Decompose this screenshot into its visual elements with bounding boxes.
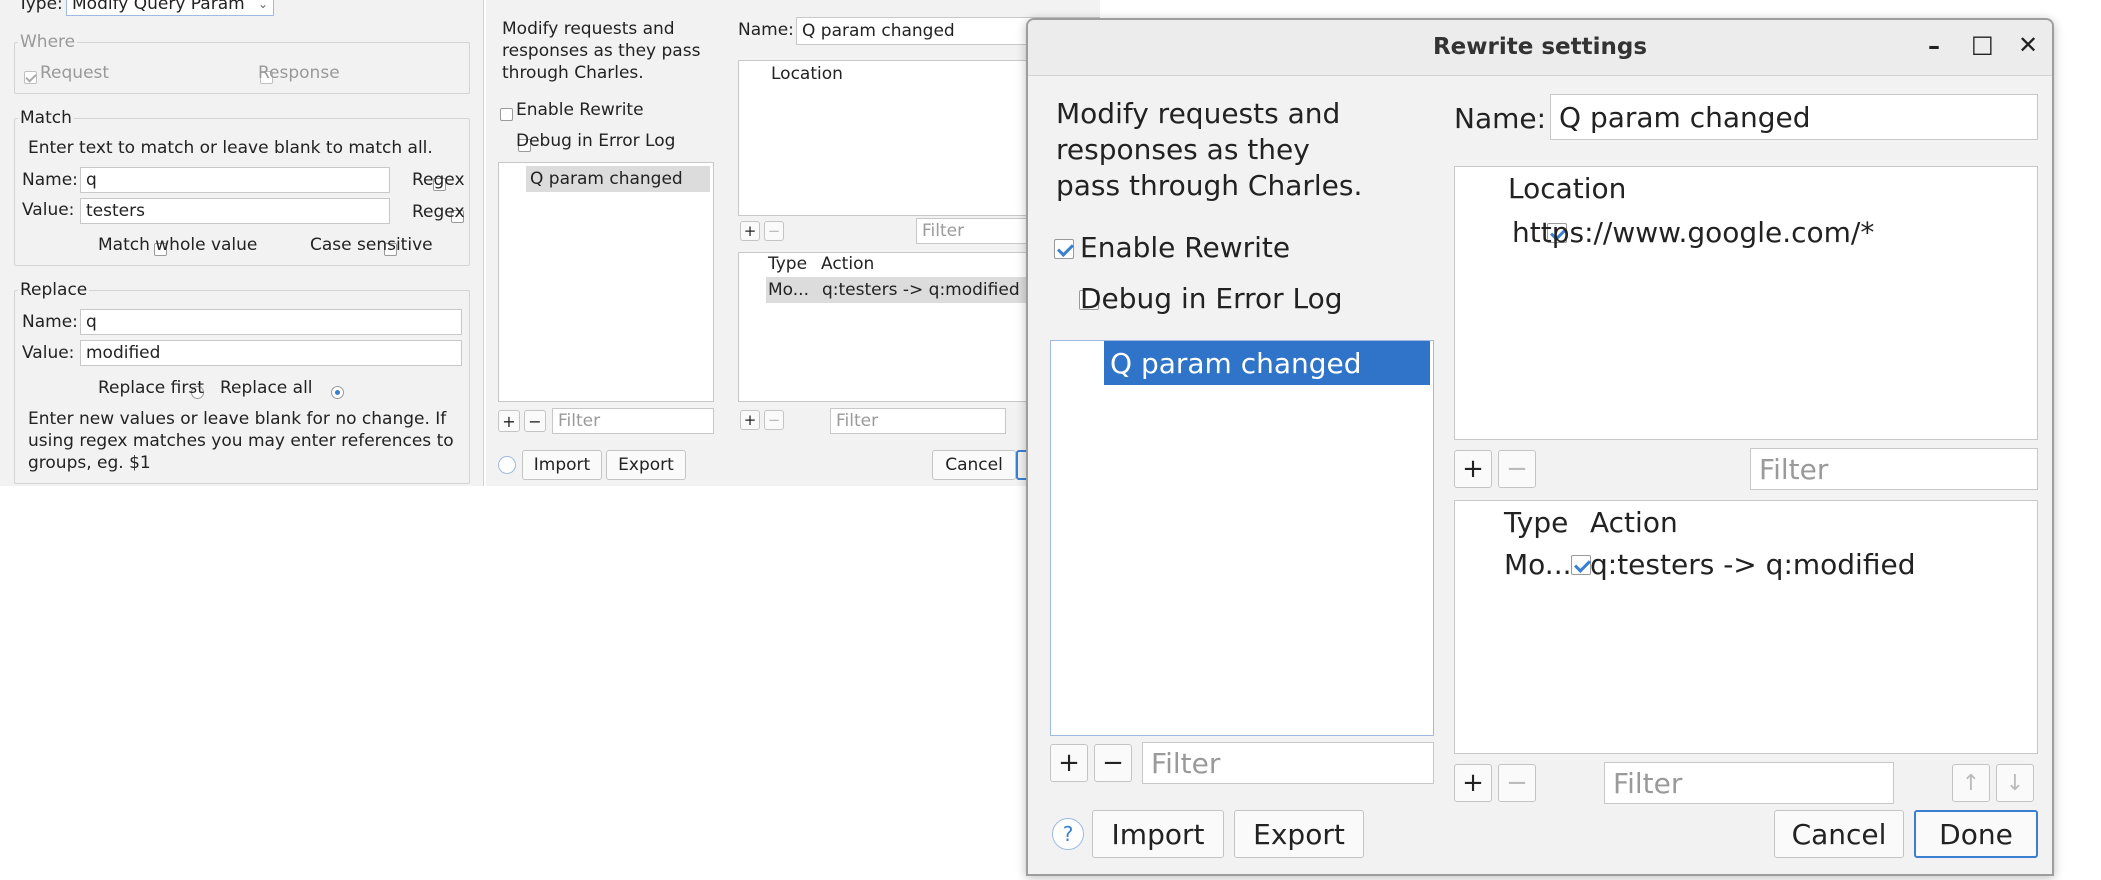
move-up-button[interactable]: ↑: [1952, 764, 1990, 802]
bg-location-header: Location: [771, 64, 843, 84]
bg-rule-type: Mo...: [768, 280, 809, 300]
bg-rewrite-panel: Modify requests and responses as they pa…: [486, 0, 1100, 486]
match-name-label: Name:: [22, 170, 78, 190]
rewrite-settings-dialog: Rewrite settings – □ ✕ Modify requests a…: [1026, 18, 2054, 876]
location-add-button[interactable]: +: [1454, 450, 1492, 488]
move-down-button[interactable]: ↓: [1996, 764, 2034, 802]
bg-export-button[interactable]: Export: [606, 450, 686, 480]
location-filter[interactable]: Filter: [1750, 448, 2038, 490]
match-name-regex-label: Regex: [412, 170, 465, 190]
match-name-input[interactable]: q: [80, 167, 390, 193]
replace-name-input[interactable]: q: [80, 309, 462, 335]
bg-enable-rewrite-label: Enable Rewrite: [516, 100, 644, 120]
replace-first-label: Replace first: [98, 378, 204, 398]
type-label: Type:: [18, 0, 63, 14]
response-label: Response: [258, 63, 340, 83]
rule-type: Mo...: [1504, 547, 1572, 581]
replace-name-label: Name:: [22, 312, 78, 332]
bg-import-button[interactable]: Import: [522, 450, 602, 480]
replace-note: Enter new values or leave blank for no c…: [28, 409, 454, 473]
chevron-down-icon: ⌄: [257, 0, 268, 11]
location-remove-button[interactable]: −: [1498, 450, 1536, 488]
match-value-label: Value:: [22, 200, 75, 220]
export-button[interactable]: Export: [1234, 810, 1364, 858]
done-button[interactable]: Done: [1914, 810, 2038, 858]
sets-list: [1050, 340, 1434, 736]
rule-row[interactable]: Mo... q:testers -> q:modified: [1504, 544, 2034, 584]
bg-sets-add-button[interactable]: +: [498, 410, 520, 432]
bg-location-remove-button[interactable]: −: [764, 221, 784, 241]
enable-rewrite-checkbox[interactable]: [1054, 238, 1074, 259]
location-header: Location: [1508, 172, 1627, 205]
sets-remove-button[interactable]: −: [1094, 744, 1132, 782]
request-checkbox[interactable]: [24, 71, 37, 84]
set-item[interactable]: Q param changed: [1104, 341, 1430, 385]
sets-add-button[interactable]: +: [1050, 744, 1088, 782]
replace-value-label: Value:: [22, 343, 75, 363]
rule-action: q:testers -> q:modified: [1590, 547, 1916, 581]
bg-done-button-edge[interactable]: [1016, 450, 1026, 480]
close-icon[interactable]: ✕: [2018, 31, 2038, 59]
bg-type-header: Type: [768, 254, 808, 274]
arrow-down-icon: ↓: [2005, 770, 2025, 796]
type-header: Type: [1504, 506, 1569, 539]
enable-rewrite-label: Enable Rewrite: [1080, 231, 1291, 264]
bg-rules-remove-button[interactable]: −: [764, 410, 784, 430]
bg-sets-remove-button[interactable]: −: [524, 410, 546, 432]
match-value-regex-label: Regex: [412, 202, 465, 222]
import-button[interactable]: Import: [1092, 810, 1224, 858]
arrow-up-icon: ↑: [1961, 770, 1981, 796]
rules-remove-button[interactable]: −: [1498, 764, 1536, 802]
name-input[interactable]: Q param changed: [1550, 94, 2038, 140]
description: Modify requests and responses as they pa…: [1056, 97, 1363, 202]
case-sensitive-label: Case sensitive: [310, 235, 433, 255]
debug-label: Debug in Error Log: [1080, 282, 1343, 315]
where-title: Where: [18, 32, 78, 52]
rules-add-button[interactable]: +: [1454, 764, 1492, 802]
bg-enable-rewrite-checkbox[interactable]: [500, 108, 513, 121]
help-icon[interactable]: ?: [1052, 818, 1084, 850]
location-table: [1454, 166, 2038, 440]
action-header: Action: [1590, 506, 1678, 539]
replace-title: Replace: [18, 280, 90, 300]
location-value[interactable]: https://www.google.com/*: [1512, 216, 1874, 249]
type-select[interactable]: Modify Query Param ⌄: [66, 0, 274, 16]
bg-debug-label: Debug in Error Log: [516, 131, 676, 151]
replace-all-label: Replace all: [220, 378, 313, 398]
bg-sets-list: [498, 162, 714, 402]
bg-cancel-button[interactable]: Cancel: [932, 450, 1016, 480]
cancel-button[interactable]: Cancel: [1774, 810, 1904, 858]
dialog-title: Rewrite settings: [1432, 34, 1648, 60]
bg-rule-action: q:testers -> q:modified: [822, 280, 1020, 300]
bg-rules-filter[interactable]: Filter: [830, 408, 1006, 434]
match-whole-label: Match whole value: [98, 235, 258, 255]
match-value-input[interactable]: testers: [80, 198, 390, 224]
bg-name-label: Name:: [738, 20, 794, 40]
maximize-icon[interactable]: □: [1971, 30, 1994, 58]
name-label: Name:: [1454, 102, 1547, 135]
bg-help-icon[interactable]: [498, 456, 516, 474]
minimize-icon[interactable]: –: [1928, 32, 1940, 60]
match-replace-panel: Type: Modify Query Param ⌄ Where Request…: [0, 0, 484, 486]
replace-value-input[interactable]: modified: [80, 340, 462, 366]
bg-description: Modify requests and responses as they pa…: [502, 19, 701, 83]
title-bar[interactable]: Rewrite settings – □ ✕: [1028, 20, 2052, 76]
bg-location-add-button[interactable]: +: [740, 221, 760, 241]
request-label: Request: [40, 63, 110, 83]
replace-all-radio[interactable]: [330, 386, 344, 399]
rules-filter[interactable]: Filter: [1604, 762, 1894, 804]
bg-set-item[interactable]: Q param changed: [526, 166, 710, 192]
bg-sets-filter[interactable]: Filter: [552, 408, 714, 434]
bg-rules-add-button[interactable]: +: [740, 410, 760, 430]
bg-action-header: Action: [821, 254, 875, 274]
match-hint: Enter text to match or leave blank to ma…: [28, 138, 433, 158]
sets-filter[interactable]: Filter: [1142, 742, 1434, 784]
match-title: Match: [18, 108, 74, 128]
